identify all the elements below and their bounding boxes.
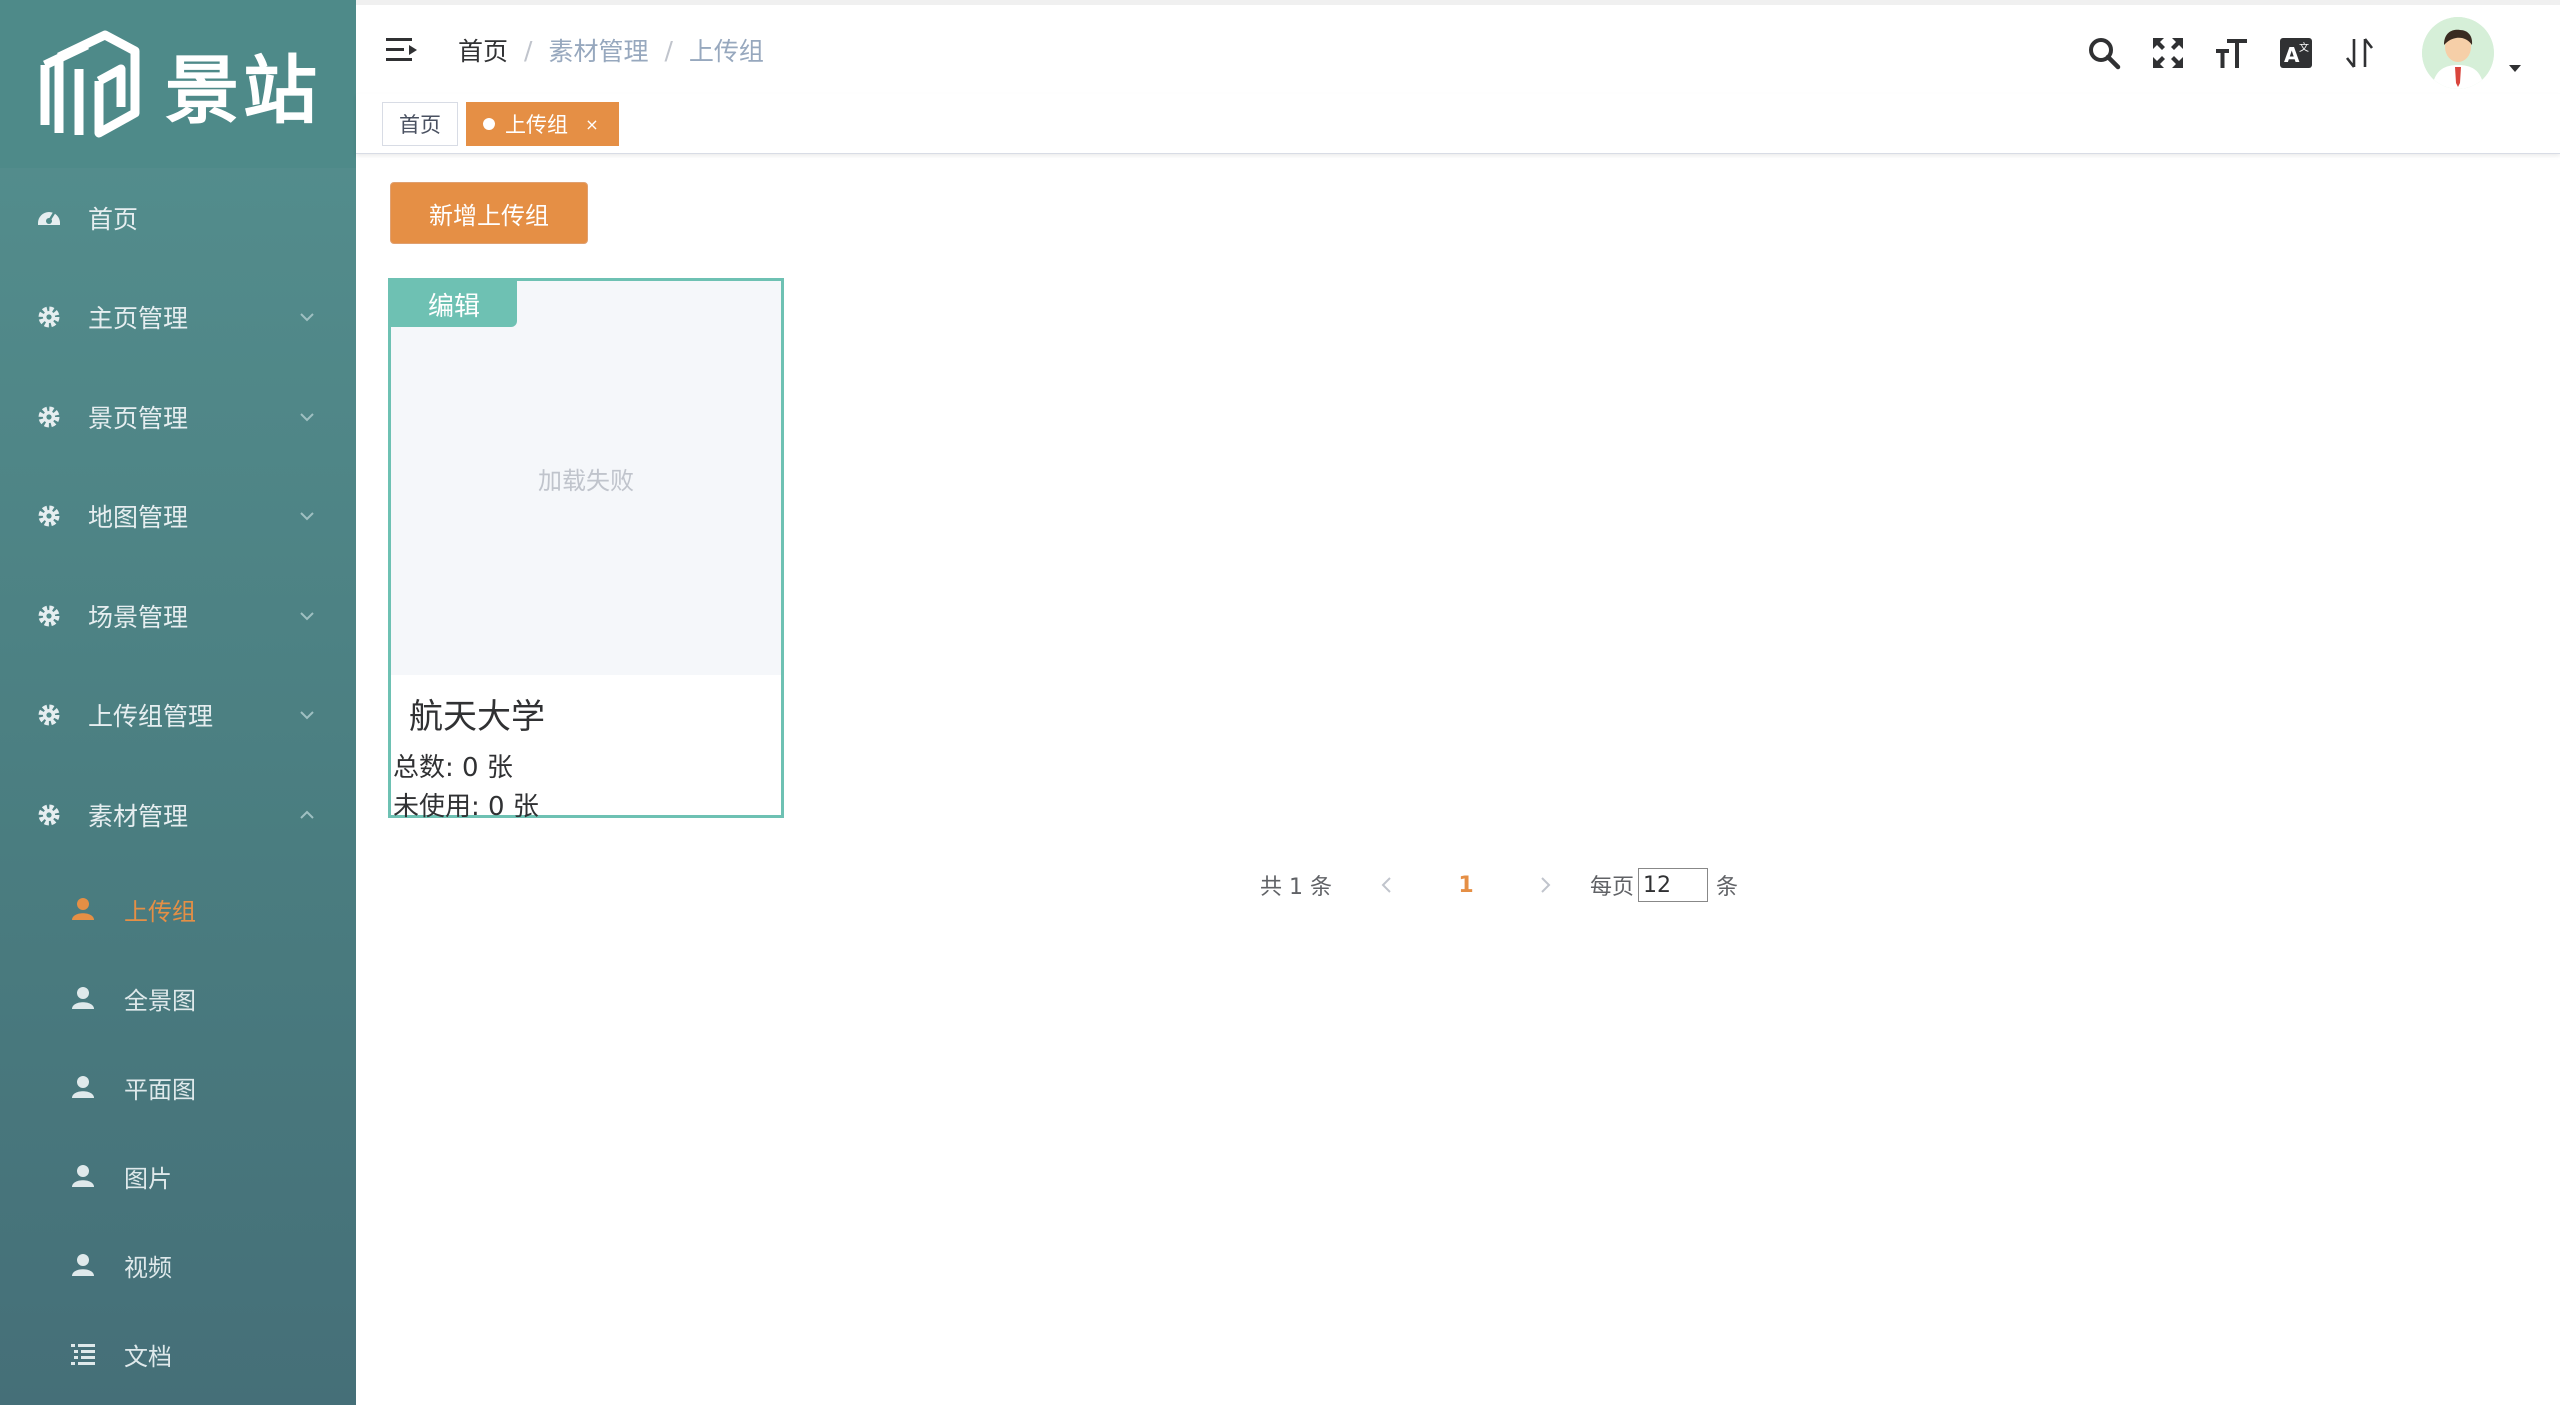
breadcrumb-item-material: 素材管理: [548, 37, 649, 66]
sort-icon[interactable]: [2342, 35, 2378, 71]
sidebar-subitem-upload-group[interactable]: 上传组: [0, 865, 356, 954]
next-page-button[interactable]: [1530, 865, 1560, 905]
sidebar-item-homepage-management[interactable]: 主页管理: [0, 268, 356, 368]
header-tools: A文: [2086, 13, 2524, 93]
sidebar-subitem-images[interactable]: 图片: [0, 1132, 356, 1221]
close-icon[interactable]: ×: [584, 115, 600, 134]
chevron-right-icon: [1541, 877, 1551, 893]
font-size-icon[interactable]: [2214, 35, 2250, 71]
user-icon: [70, 1252, 96, 1278]
list-icon: [70, 1341, 96, 1367]
page-size: 每页 条: [1590, 868, 1738, 902]
breadcrumb-separator: /: [664, 35, 673, 65]
sidebar-item-label: 首页: [88, 204, 139, 234]
sidebar-subitem-videos[interactable]: 视频: [0, 1221, 356, 1310]
svg-text:文: 文: [2299, 41, 2309, 54]
main-content: 新增上传组 加载失败 编辑 航天大学 总数: 0 张 未使用: 0 张 共 1 …: [356, 154, 2560, 1405]
sidebar-item-scene-management[interactable]: 场景管理: [0, 566, 356, 666]
user-icon: [70, 896, 96, 922]
sidebar-item-label: 主页管理: [88, 304, 189, 334]
dashboard-icon: [36, 205, 62, 231]
gear-icon: [36, 503, 62, 529]
sidebar-item-upload-group-management[interactable]: 上传组管理: [0, 666, 356, 766]
sidebar-subitem-label: 视频: [124, 1253, 172, 1282]
sidebar-item-label: 地图管理: [88, 503, 189, 533]
page-number-current[interactable]: 1: [1436, 873, 1496, 898]
sidebar-item-label: 景页管理: [88, 403, 189, 433]
sidebar-subitem-panorama[interactable]: 全景图: [0, 954, 356, 1043]
image-error-text: 加载失败: [538, 466, 634, 495]
tag-label: 上传组: [505, 113, 568, 137]
page-size-unit: 条: [1716, 875, 1739, 900]
gear-icon: [36, 603, 62, 629]
sidebar-item-scenic-page-management[interactable]: 景页管理: [0, 367, 356, 467]
chevron-left-icon: [1381, 877, 1391, 893]
pagination-total: 共 1 条: [1260, 875, 1332, 900]
sidebar-subitem-label: 上传组: [124, 897, 196, 926]
sidebar-subitem-label: 全景图: [124, 986, 196, 1015]
active-dot-icon: [483, 118, 495, 130]
sidebar-subitem-documents[interactable]: 文档: [0, 1310, 356, 1399]
logo[interactable]: 景站: [0, 0, 356, 168]
user-icon: [70, 985, 96, 1011]
user-icon: [70, 1074, 96, 1100]
chevron-up-icon: [300, 810, 314, 819]
sidebar-subitem-label: 图片: [124, 1164, 172, 1193]
translate-icon[interactable]: A文: [2278, 35, 2314, 71]
sidebar-menu: 首页 主页管理 景页管理 地图管理 场景管理 上传组管理 素材管理: [0, 168, 356, 865]
card-unused-count: 未使用: 0 张: [393, 792, 539, 822]
sidebar-item-label: 场景管理: [88, 602, 189, 632]
gear-icon: [36, 404, 62, 430]
sidebar-item-label: 素材管理: [88, 801, 189, 831]
breadcrumb-item-home[interactable]: 首页: [458, 32, 508, 68]
add-upload-group-button[interactable]: 新增上传组: [390, 182, 588, 244]
chevron-down-icon: [300, 711, 314, 720]
breadcrumb: 首页 / 素材管理 / 上传组: [458, 32, 764, 68]
logo-mark-icon: [40, 30, 140, 138]
tag-home[interactable]: 首页: [382, 102, 458, 146]
sidebar-item-material-management[interactable]: 素材管理: [0, 765, 356, 865]
avatar[interactable]: [2422, 17, 2494, 89]
sidebar-submenu-material: 上传组 全景图 平面图 图片 视频 文档: [0, 865, 356, 1399]
fullscreen-icon[interactable]: [2150, 35, 2186, 71]
card-total-count: 总数: 0 张: [393, 753, 513, 783]
upload-group-card[interactable]: 加载失败 编辑 航天大学 总数: 0 张 未使用: 0 张: [388, 278, 784, 822]
pagination: 共 1 条 1 每页 条: [1260, 860, 1738, 910]
sidebar-subitem-floor-plan[interactable]: 平面图: [0, 1043, 356, 1132]
chevron-down-icon: [300, 313, 314, 322]
tags-view: 首页 上传组 ×: [356, 94, 2560, 154]
page-size-input[interactable]: [1638, 868, 1708, 902]
sidebar-subitem-label: 文档: [124, 1342, 172, 1371]
navbar: 首页 / 素材管理 / 上传组 A文: [356, 5, 2560, 94]
chevron-down-icon: [300, 612, 314, 621]
sidebar-item-label: 上传组管理: [88, 702, 214, 732]
svg-text:A: A: [2284, 43, 2300, 67]
gear-icon: [36, 304, 62, 330]
gear-icon: [36, 802, 62, 828]
breadcrumb-item-upload-group: 上传组: [688, 37, 764, 66]
menu-fold-icon[interactable]: [386, 35, 420, 65]
search-icon[interactable]: [2086, 35, 2122, 71]
sidebar-item-map-management[interactable]: 地图管理: [0, 467, 356, 567]
sidebar-item-home[interactable]: 首页: [0, 168, 356, 268]
tag-upload-group[interactable]: 上传组 ×: [466, 102, 619, 146]
card-title: 航天大学: [409, 697, 545, 737]
sidebar-subitem-label: 平面图: [124, 1075, 196, 1104]
logo-text: 景站: [165, 47, 321, 134]
chevron-down-icon: [300, 512, 314, 521]
prev-page-button[interactable]: [1372, 865, 1402, 905]
sidebar: 景站 首页 主页管理 景页管理 地图管理 场景管理 上传组管理 素材管理 上传组…: [0, 0, 356, 1405]
edit-button[interactable]: 编辑: [391, 281, 517, 327]
page-size-label: 每页: [1589, 875, 1634, 900]
user-icon: [70, 1163, 96, 1189]
card-image: 加载失败: [391, 281, 781, 675]
chevron-down-icon: [300, 413, 314, 422]
gear-icon: [36, 702, 62, 728]
tag-label: 首页: [399, 113, 441, 137]
caret-down-icon[interactable]: [2506, 59, 2524, 77]
breadcrumb-separator: /: [524, 35, 533, 65]
